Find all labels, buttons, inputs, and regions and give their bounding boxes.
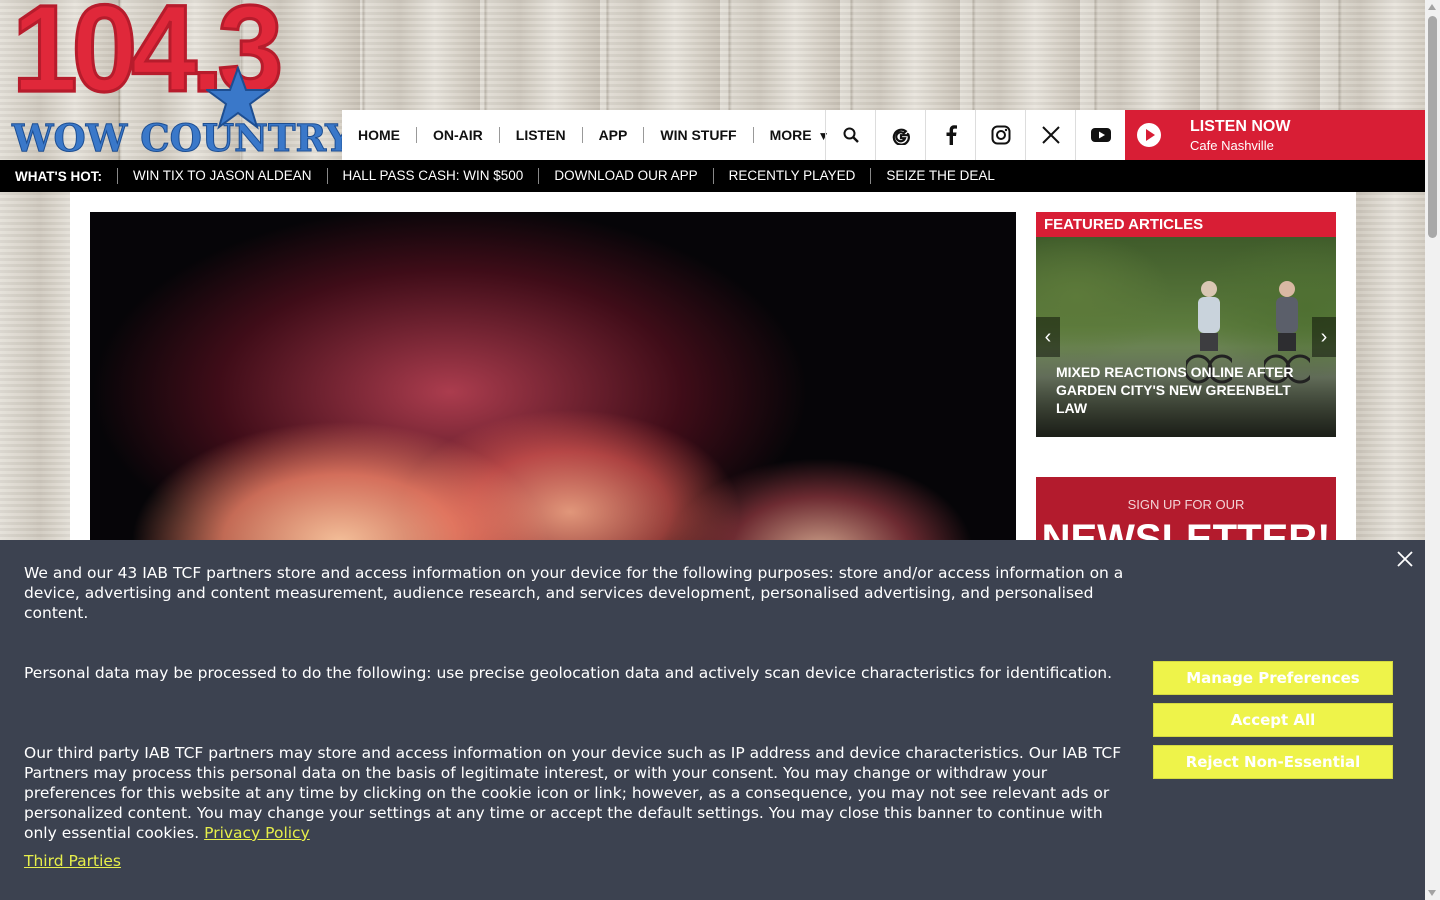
hot-link[interactable]: WIN TIX TO JASON ALDEAN — [116, 168, 327, 184]
reject-non-essential-button[interactable]: Reject Non-Essential — [1153, 745, 1393, 779]
hot-link[interactable]: SEIZE THE DEAL — [870, 168, 1010, 184]
carousel-next-button[interactable]: › — [1312, 317, 1336, 357]
consent-text-partners-body: Our third party IAB TCF partners may sto… — [24, 744, 1122, 842]
whats-hot-bar: WHAT'S HOT: WIN TIX TO JASON ALDEAN HALL… — [0, 160, 1425, 192]
manage-preferences-button[interactable]: Manage Preferences — [1153, 661, 1393, 695]
search-icon — [843, 127, 859, 143]
accept-all-button[interactable]: Accept All — [1153, 703, 1393, 737]
facebook-button[interactable] — [925, 110, 975, 160]
listen-now-button[interactable]: LISTEN NOW Cafe Nashville — [1125, 110, 1425, 160]
search-button[interactable] — [825, 110, 875, 160]
chevron-left-icon: ‹ — [1044, 326, 1052, 348]
facebook-icon — [946, 125, 957, 145]
scroll-down-icon[interactable] — [1428, 890, 1436, 896]
privacy-policy-link[interactable]: Privacy Policy — [204, 824, 310, 842]
instagram-button[interactable] — [975, 110, 1025, 160]
featured-article-title[interactable]: MIXED REACTIONS ONLINE AFTER GARDEN CITY… — [1056, 363, 1316, 417]
page-scrollbar[interactable] — [1425, 0, 1440, 900]
google-button[interactable] — [875, 110, 925, 160]
logo-name: WOW COUNTRY — [12, 116, 353, 160]
hot-link[interactable]: DOWNLOAD OUR APP — [538, 168, 712, 184]
station-logo[interactable]: 104.3 WOW COUNTRY — [8, 0, 353, 160]
newsletter-subheading: SIGN UP FOR OUR — [1127, 497, 1245, 512]
nav-win-stuff[interactable]: WIN STUFF — [643, 127, 752, 143]
nav-home[interactable]: HOME — [342, 127, 416, 143]
scroll-thumb[interactable] — [1428, 16, 1437, 238]
nav-more-label: MORE — [769, 127, 812, 143]
featured-article-card[interactable]: ‹ › MIXED REACTIONS ONLINE AFTER GARDEN … — [1036, 237, 1336, 437]
instagram-icon — [991, 125, 1010, 145]
close-icon[interactable] — [1396, 550, 1414, 568]
google-icon — [892, 128, 910, 145]
youtube-button[interactable] — [1075, 110, 1125, 160]
hot-link[interactable]: HALL PASS CASH: WIN $500 — [326, 168, 539, 184]
play-icon — [1137, 123, 1161, 147]
chevron-right-icon: › — [1320, 326, 1328, 348]
third-parties-link[interactable]: Third Parties — [24, 851, 121, 871]
sidebar: FEATURED ARTICLES ‹ › MIXED REACTIONS ON… — [1036, 212, 1336, 557]
main-nav: HOME ON-AIR LISTEN APP WIN STUFF MORE ▼ L… — [342, 110, 1425, 160]
nav-on-air[interactable]: ON-AIR — [416, 127, 499, 143]
nav-app[interactable]: APP — [581, 127, 644, 143]
consent-text-purposes: We and our 43 IAB TCF partners store and… — [24, 564, 1124, 622]
scroll-up-icon[interactable] — [1428, 4, 1436, 10]
consent-text-personal-data: Personal data may be processed to do the… — [24, 664, 1113, 682]
youtube-icon — [1090, 128, 1111, 142]
cookie-consent-banner: We and our 43 IAB TCF partners store and… — [0, 540, 1425, 900]
x-icon — [1041, 126, 1060, 144]
now-playing-station: Cafe Nashville — [1190, 138, 1274, 153]
featured-articles-heading: FEATURED ARTICLES — [1036, 212, 1336, 237]
nav-listen[interactable]: LISTEN — [498, 127, 582, 143]
listen-now-label: LISTEN NOW — [1190, 118, 1291, 135]
x-button[interactable] — [1025, 110, 1075, 160]
whats-hot-title: WHAT'S HOT: — [15, 168, 102, 184]
carousel-prev-button[interactable]: ‹ — [1036, 317, 1060, 357]
consent-text-partners: Our third party IAB TCF partners may sto… — [24, 743, 1126, 843]
hot-link[interactable]: RECENTLY PLAYED — [712, 168, 871, 184]
